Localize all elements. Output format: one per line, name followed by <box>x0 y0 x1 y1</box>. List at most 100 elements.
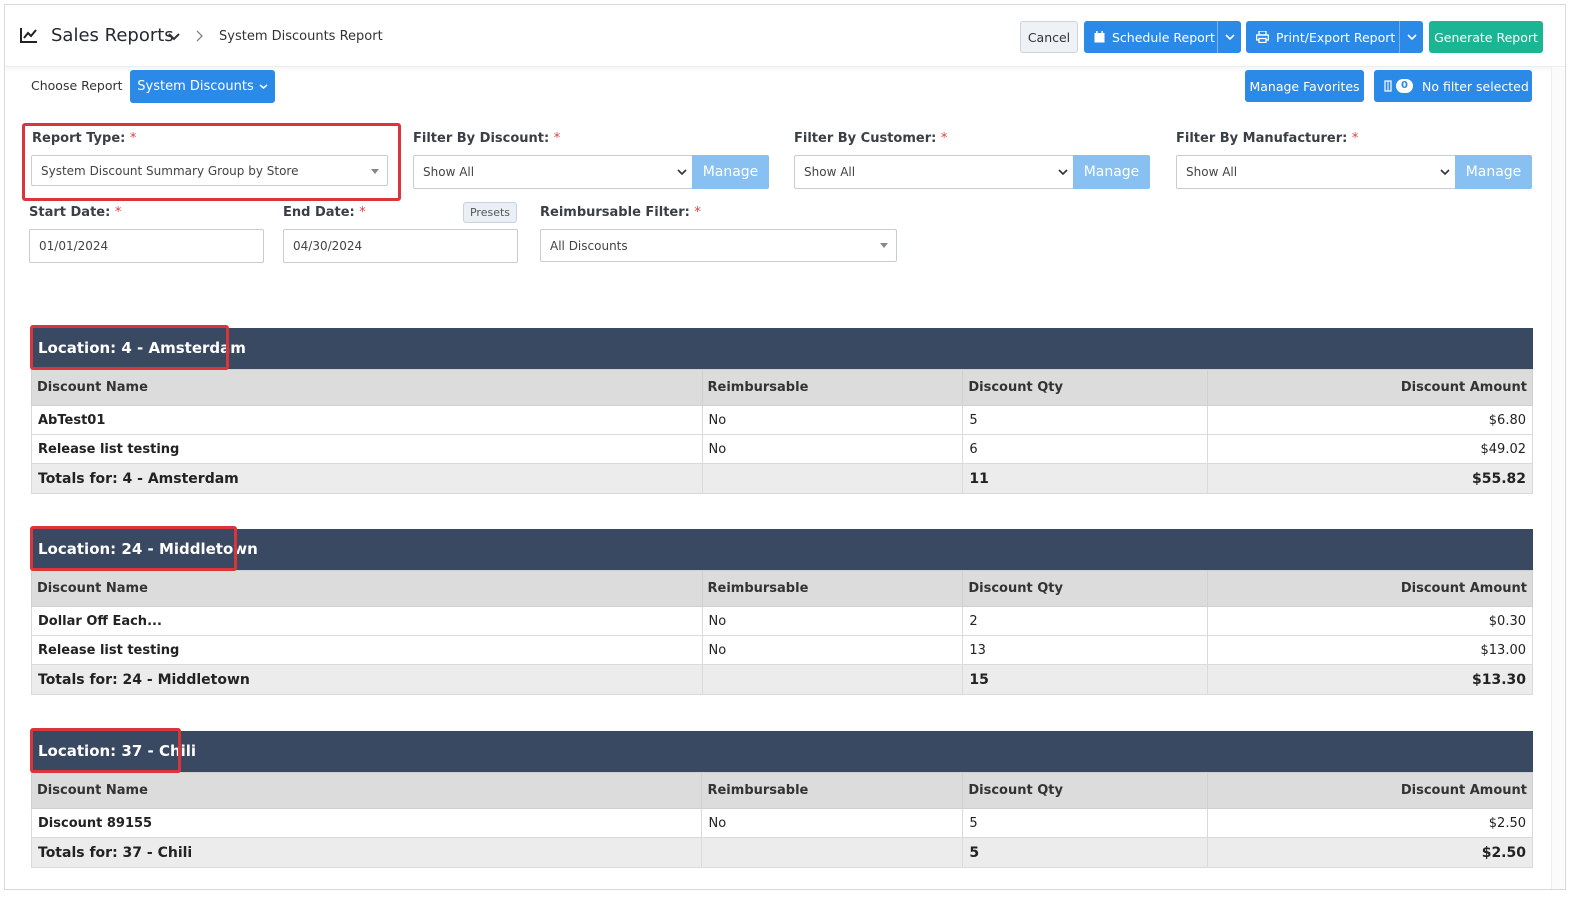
start-date-value: 01/01/2024 <box>39 239 109 253</box>
discount-table: Discount Name Reimbursable Discount Qty … <box>31 570 1533 695</box>
location-highlight <box>30 325 229 370</box>
table-row: Discount 89155 No 5 $2.50 <box>30 808 1533 838</box>
choose-report-label: Choose Report <box>31 78 123 93</box>
line-chart-icon <box>20 28 37 43</box>
start-date-label: Start Date: <box>29 205 111 220</box>
totals-blank <box>701 463 964 494</box>
discount-name: Dollar Off Each... <box>31 606 703 636</box>
location-section: Location: 37 - Chili Discount Name Reimb… <box>30 728 1533 868</box>
filter-status-button[interactable]: 0 No filter selected <box>1374 70 1532 102</box>
chevron-down-icon <box>259 84 268 89</box>
location-header: Location: 4 - Amsterdam <box>30 325 1533 370</box>
reimbursable-filter-value: All Discounts <box>550 238 628 253</box>
reimbursable-filter-label-wrap: Reimbursable Filter: * <box>540 205 701 220</box>
chevron-down-icon <box>1058 169 1068 176</box>
report-type-label: Report Type: <box>32 131 126 146</box>
presets-button[interactable]: Presets <box>463 202 517 223</box>
end-date-label: End Date: <box>283 205 355 220</box>
printer-icon <box>1256 31 1269 43</box>
print-export-button[interactable]: Print/Export Report <box>1246 21 1423 53</box>
qty-cell: 5 <box>962 405 1209 435</box>
manage-customer-button[interactable]: Manage <box>1073 155 1150 189</box>
table-header-row: Discount Name Reimbursable Discount Qty … <box>30 772 1533 809</box>
column-header: Reimbursable <box>701 369 964 406</box>
totals-label: Totals for: 4 - Amsterdam <box>31 463 703 494</box>
totals-amount: $13.30 <box>1207 664 1533 695</box>
caret-down-icon <box>880 243 888 248</box>
discount-name: Discount 89155 <box>30 808 703 838</box>
chevron-down-icon <box>1406 34 1417 41</box>
filter-discount-label-wrap: Filter By Discount: * <box>413 131 560 146</box>
manage-manufacturer-button[interactable]: Manage <box>1455 155 1532 189</box>
required-marker: * <box>694 205 701 220</box>
totals-row: Totals for: 24 - Middletown 15 $13.30 <box>31 664 1533 695</box>
table-row: Release list testing No 6 $49.02 <box>31 434 1533 464</box>
totals-blank <box>701 837 964 868</box>
discount-table: Discount Name Reimbursable Discount Qty … <box>30 772 1533 868</box>
schedule-report-button[interactable]: Schedule Report <box>1084 21 1241 53</box>
discount-name: Release list testing <box>31 635 703 665</box>
discount-name: AbTest01 <box>31 405 703 435</box>
chevron-down-icon[interactable] <box>167 30 181 44</box>
cancel-button[interactable]: Cancel <box>1020 21 1078 53</box>
column-header: Discount Qty <box>962 369 1209 406</box>
column-header: Discount Amount <box>1207 570 1533 607</box>
report-type-select[interactable]: System Discount Summary Group by Store <box>31 155 388 186</box>
manage-manufacturer-label: Manage <box>1465 164 1522 180</box>
location-highlight <box>30 728 181 773</box>
end-date-label-wrap: End Date: * <box>283 205 366 220</box>
schedule-report-dropdown[interactable] <box>1217 21 1241 53</box>
end-date-input[interactable]: 04/30/2024 <box>283 229 518 263</box>
amount-cell: $0.30 <box>1207 606 1533 636</box>
location-highlight <box>30 526 237 571</box>
chevron-right-icon <box>196 30 203 42</box>
reimbursable-cell: No <box>701 606 964 636</box>
column-header: Reimbursable <box>701 772 964 809</box>
choose-report-dropdown[interactable]: System Discounts <box>130 70 275 103</box>
filter-customer-label: Filter By Customer: <box>794 131 937 146</box>
required-marker: * <box>359 205 366 220</box>
filter-customer-value: Show All <box>804 165 856 179</box>
manage-discount-button[interactable]: Manage <box>692 155 769 189</box>
amount-cell: $2.50 <box>1207 808 1533 838</box>
print-export-dropdown[interactable] <box>1399 21 1423 53</box>
qty-cell: 13 <box>962 635 1209 665</box>
column-header: Discount Name <box>31 369 703 406</box>
table-header-row: Discount Name Reimbursable Discount Qty … <box>31 369 1533 406</box>
manage-customer-label: Manage <box>1083 164 1140 180</box>
print-export-label: Print/Export Report <box>1276 29 1396 45</box>
chevron-down-icon <box>1224 34 1235 41</box>
totals-label: Totals for: 24 - Middletown <box>31 664 703 695</box>
report-type-value: System Discount Summary Group by Store <box>41 163 299 178</box>
manage-favorites-button[interactable]: Manage Favorites <box>1245 70 1364 102</box>
filter-customer-label-wrap: Filter By Customer: * <box>794 131 947 146</box>
reimbursable-cell: No <box>701 808 964 838</box>
filter-manufacturer-select[interactable]: Show All <box>1176 155 1456 189</box>
table-row: Release list testing No 13 $13.00 <box>31 635 1533 665</box>
table-row: Dollar Off Each... No 2 $0.30 <box>31 606 1533 636</box>
required-marker: * <box>553 131 561 146</box>
top-bar: Sales Reports System Discounts Report Ca… <box>5 5 1565 67</box>
column-header: Reimbursable <box>701 570 964 607</box>
amount-cell: $6.80 <box>1207 405 1533 435</box>
filter-discount-select[interactable]: Show All <box>413 155 693 189</box>
filter-customer-select[interactable]: Show All <box>794 155 1074 189</box>
filter-icon <box>1384 80 1392 92</box>
reimbursable-filter-select[interactable]: All Discounts <box>540 229 897 262</box>
app-window: Sales Reports System Discounts Report Ca… <box>4 4 1566 890</box>
totals-qty: 5 <box>962 837 1209 868</box>
reimbursable-filter-label: Reimbursable Filter: <box>540 205 690 220</box>
totals-amount: $55.82 <box>1207 463 1533 494</box>
required-marker: * <box>129 131 137 146</box>
totals-amount: $2.50 <box>1207 837 1533 868</box>
filter-discount-label: Filter By Discount: <box>413 131 550 146</box>
chevron-down-icon <box>677 169 687 176</box>
start-date-input[interactable]: 01/01/2024 <box>29 229 264 263</box>
reimbursable-cell: No <box>701 434 964 464</box>
column-header: Discount Amount <box>1207 369 1533 406</box>
location-section: Location: 4 - Amsterdam Discount Name Re… <box>30 325 1533 494</box>
app-title: Sales Reports <box>51 25 174 46</box>
totals-qty: 11 <box>962 463 1209 494</box>
generate-report-button[interactable]: Generate Report <box>1429 21 1543 53</box>
scrollbar-track[interactable] <box>1551 67 1565 889</box>
